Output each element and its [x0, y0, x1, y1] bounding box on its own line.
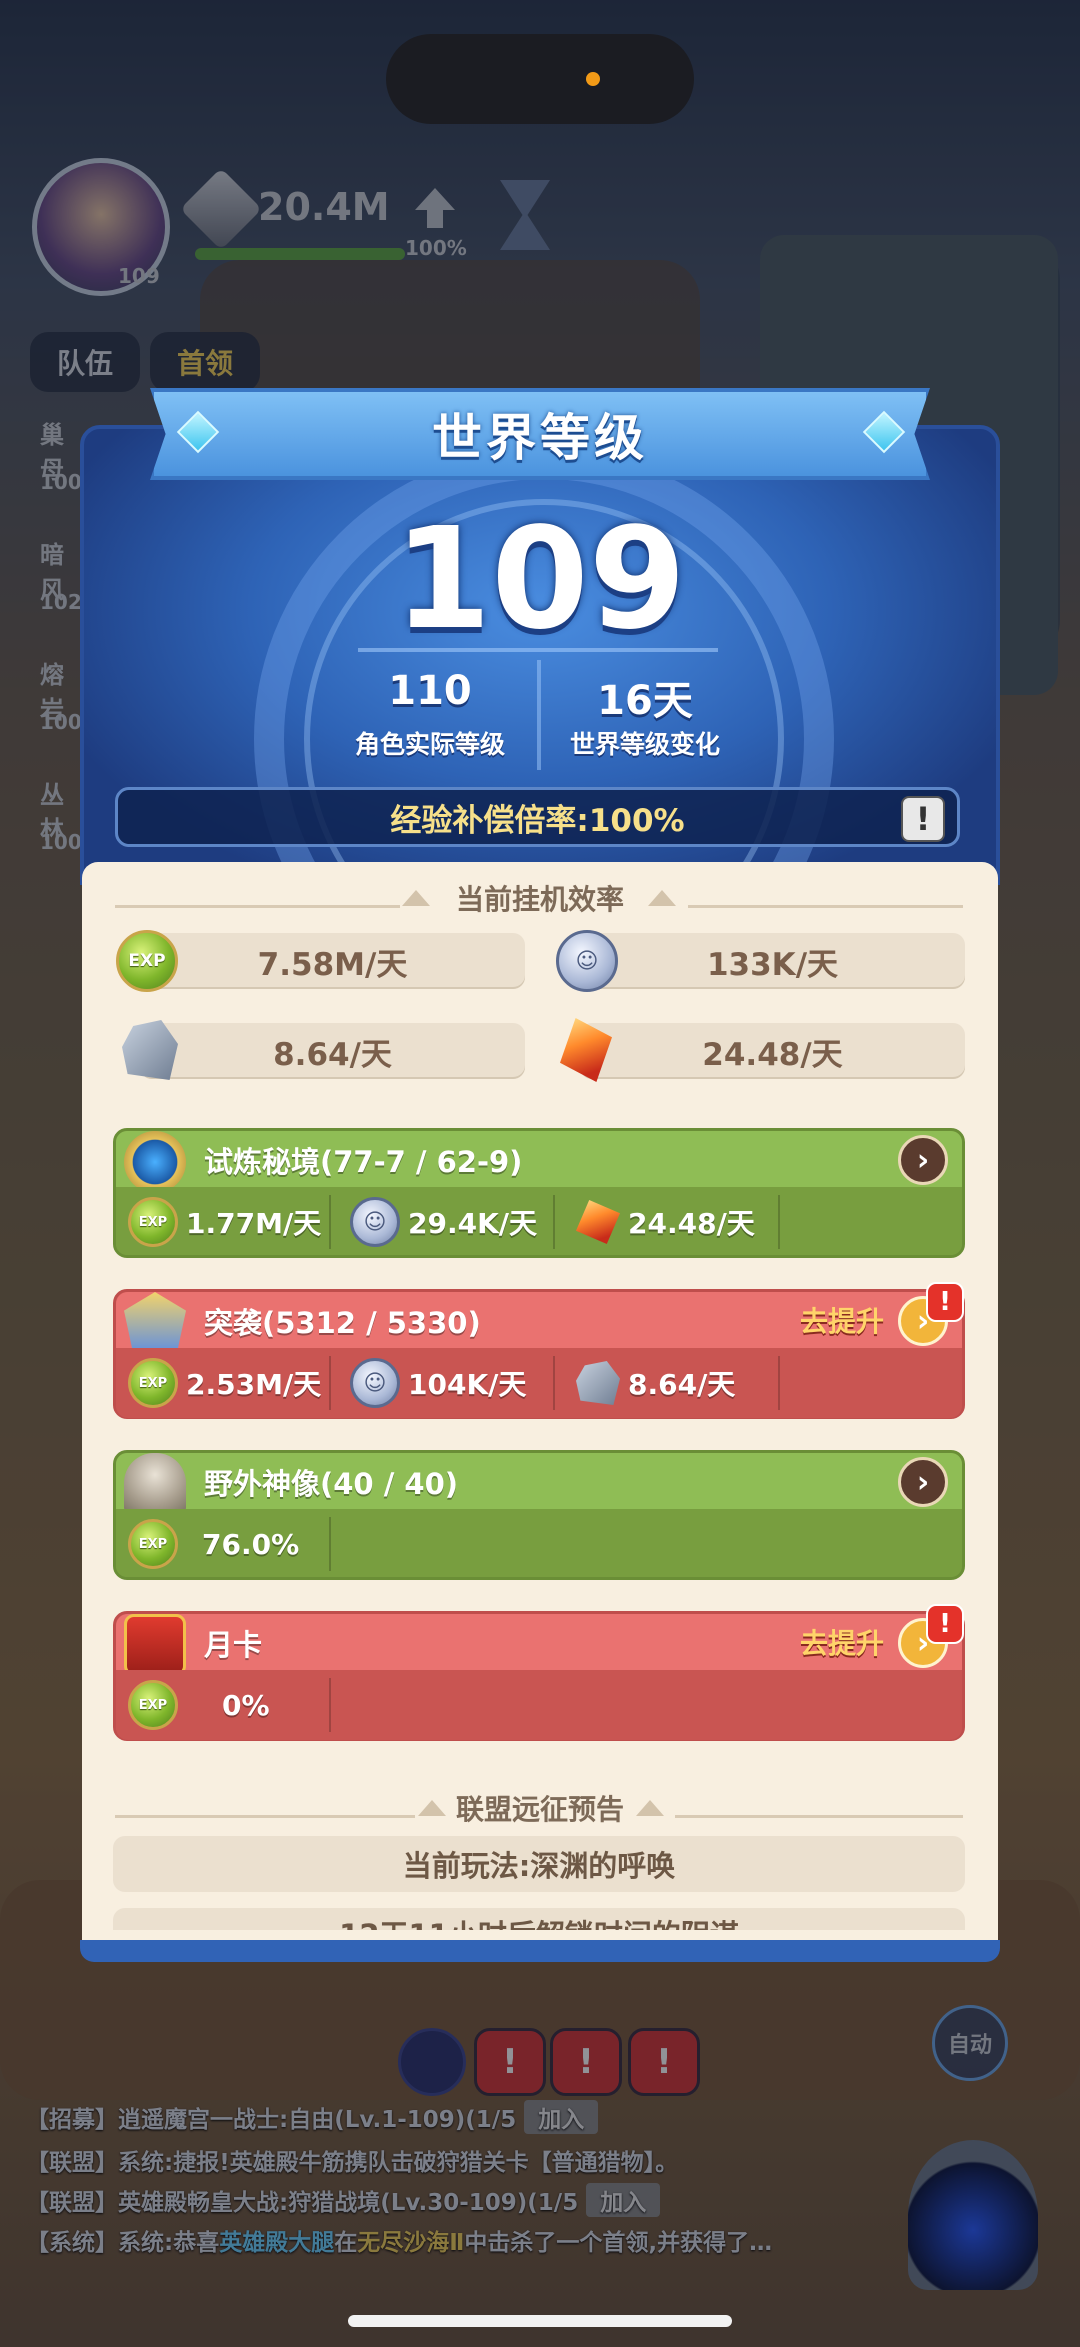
section-divider: [115, 1815, 415, 1818]
reward-value: 104K/天: [408, 1368, 527, 1401]
efficiency-title: 当前挂机效率: [455, 883, 624, 916]
section-divider: [115, 905, 400, 908]
silver-coin-icon: ☺: [350, 1358, 400, 1408]
modal-title: 世界等级: [432, 409, 648, 467]
modal-title-ribbon: 世界等级: [150, 388, 930, 480]
exp-bonus-value: 100%: [588, 802, 685, 839]
efficiency-crystal: 24.48/天: [580, 1023, 965, 1079]
next-unlock-text: 12天11小时后解锁时间的阴谋: [339, 1912, 739, 1930]
source-card-trial-realm[interactable]: 试炼秘境(77-7 / 62-9) › EXP 1.77M/天 ☺ 29.4K/天 …: [113, 1128, 965, 1258]
reward-value: 29.4K/天: [408, 1207, 538, 1240]
stat-divider: [537, 660, 541, 770]
current-mode-text: 当前玩法:深渊的呼唤: [402, 1849, 676, 1883]
monthly-card-icon: [124, 1614, 186, 1676]
improve-link[interactable]: 去提升: [800, 1300, 884, 1340]
exp-icon: EXP: [128, 1197, 178, 1247]
actual-level-label: 角色实际等级: [354, 730, 505, 759]
trial-portal-icon: [124, 1131, 186, 1193]
efficiency-value: 7.58M/天: [257, 946, 408, 983]
reward-value: 76.0%: [202, 1527, 300, 1561]
exp-bonus-bar: 经验补偿倍率:100% !: [115, 787, 960, 847]
notification-badge: !: [926, 1604, 964, 1644]
modal-bottom-edge: [80, 1940, 1000, 1962]
section-ornament: [402, 890, 430, 906]
reward-value: 8.64/天: [628, 1368, 736, 1401]
section-divider: [688, 905, 963, 908]
exp-icon: EXP: [128, 1358, 178, 1408]
source-card-wild-statue[interactable]: 野外神像(40 / 40) › EXP 76.0%: [113, 1450, 965, 1580]
next-unlock-bar: 12天11小时后解锁时间的阴谋: [113, 1908, 965, 1930]
silver-coin-icon: ☺: [556, 930, 618, 992]
section-divider: [675, 1815, 963, 1818]
source-title: 野外神像(40 / 40): [204, 1467, 459, 1501]
crystal-icon: [576, 1200, 620, 1244]
source-card-monthly-card[interactable]: 月卡 去提升 › ! EXP 0%: [113, 1604, 965, 1741]
statue-icon: [124, 1453, 186, 1515]
exp-bonus-label: 经验补偿倍率:: [390, 802, 589, 839]
level-change-days: 16天: [597, 678, 693, 724]
level-change-label: 世界等级变化: [569, 730, 720, 759]
efficiency-exp: 7.58M/天: [140, 933, 525, 989]
notification-badge: !: [926, 1282, 964, 1322]
silver-coin-icon: ☺: [350, 1197, 400, 1247]
exp-icon: EXP: [116, 930, 178, 992]
reward-value: 0%: [222, 1688, 270, 1722]
exp-icon: EXP: [128, 1680, 178, 1730]
source-title: 突袭(5312 / 5330): [204, 1306, 481, 1340]
home-indicator[interactable]: [348, 2315, 732, 2327]
reward-value: 1.77M/天: [186, 1207, 322, 1240]
current-mode-bar: 当前玩法:深渊的呼唤: [113, 1836, 965, 1892]
improve-link[interactable]: 去提升: [800, 1622, 884, 1662]
go-arrow-button[interactable]: ›: [898, 1135, 948, 1185]
source-title: 月卡: [204, 1628, 263, 1662]
info-alert-icon[interactable]: !: [901, 796, 945, 842]
stone-icon: [576, 1361, 620, 1405]
section-ornament: [636, 1800, 664, 1816]
world-level-number: 109: [393, 498, 687, 661]
efficiency-value: 8.64/天: [273, 1036, 392, 1073]
reward-value: 24.48/天: [628, 1207, 755, 1240]
efficiency-value: 133K/天: [706, 946, 839, 983]
section-ornament: [648, 890, 676, 906]
efficiency-value: 24.48/天: [702, 1036, 843, 1073]
efficiency-stone: 8.64/天: [140, 1023, 525, 1079]
dynamic-island: [386, 34, 694, 124]
go-arrow-button[interactable]: ›: [898, 1457, 948, 1507]
exp-icon: EXP: [128, 1519, 178, 1569]
expedition-title: 联盟远征预告: [455, 1793, 624, 1826]
reward-value: 2.53M/天: [186, 1368, 322, 1401]
source-title: 试炼秘境(77-7 / 62-9): [204, 1145, 523, 1179]
efficiency-silver: 133K/天: [580, 933, 965, 989]
source-card-raid[interactable]: 突袭(5312 / 5330) 去提升 › ! EXP 2.53M/天 ☺ 104K…: [113, 1282, 965, 1419]
actual-level-value: 110: [388, 668, 472, 714]
